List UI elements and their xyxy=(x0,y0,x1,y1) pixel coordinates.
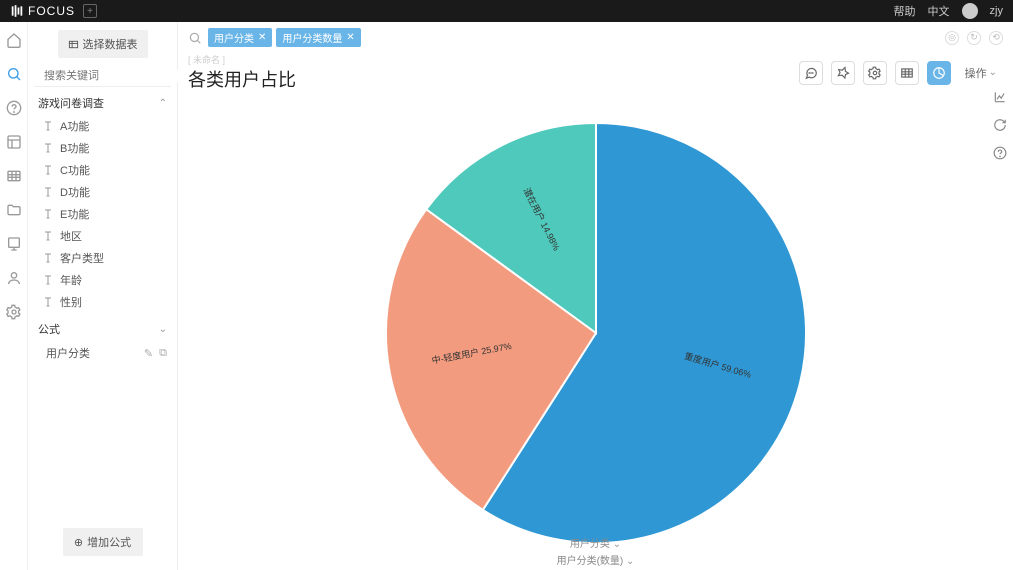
chart-area: 重度用户 59.06%中-轻度用户 25.97%潜在用户 14.98% 用户分类… xyxy=(178,96,1013,570)
field-label: D功能 xyxy=(60,184,90,200)
brand-text: FOCUS xyxy=(28,4,75,18)
field-item[interactable]: 地区 xyxy=(34,225,171,247)
text-type-icon xyxy=(42,120,54,132)
text-type-icon xyxy=(42,274,54,286)
settings-button[interactable] xyxy=(863,61,887,85)
text-type-icon xyxy=(42,164,54,176)
nav-rail xyxy=(0,22,28,570)
query-search-icon xyxy=(188,31,202,45)
chevron-up-icon: ⌃ xyxy=(159,98,167,109)
field-label: A功能 xyxy=(60,118,89,134)
field-label: 客户类型 xyxy=(60,250,104,266)
table-select-icon xyxy=(68,39,79,50)
help-icon[interactable] xyxy=(993,146,1007,160)
side-panel: 选择数据表 游戏问卷调查 ⌃ A功能 B功能 C功能 D功能 E功能地区客户类型年龄性别… xyxy=(28,22,178,570)
table-group-label: 游戏问卷调查 xyxy=(38,95,104,111)
text-type-icon xyxy=(42,142,54,154)
field-item[interactable]: E功能 xyxy=(34,203,171,225)
help-nav-icon[interactable] xyxy=(6,100,22,116)
top-bar: FOCUS + 帮助 中文 zjy xyxy=(0,0,1013,22)
edit-formula-icon[interactable]: ✎ xyxy=(144,347,153,360)
query-tag[interactable]: 用户分类数量 ✕ xyxy=(276,28,360,47)
table-nav-icon[interactable] xyxy=(6,168,22,184)
chart-view-button[interactable] xyxy=(927,61,951,85)
field-label: 年龄 xyxy=(60,272,82,288)
field-item[interactable]: 性别 xyxy=(34,291,171,313)
add-formula-button[interactable]: ⊕ 增加公式 xyxy=(63,528,143,556)
plus-icon: ⊕ xyxy=(74,536,83,549)
user-icon[interactable] xyxy=(6,270,22,286)
settings-nav-icon[interactable] xyxy=(6,304,22,320)
title-row: [ 未命名 ] 各类用户占比 操作⌄ xyxy=(178,53,1013,96)
formula-item[interactable]: 用户分类 ✎ ⧉ xyxy=(34,341,171,365)
field-item[interactable]: B功能 xyxy=(34,137,171,159)
tag-close-icon[interactable]: ✕ xyxy=(258,32,266,43)
refresh-icon[interactable] xyxy=(993,118,1007,132)
search-nav-icon[interactable] xyxy=(6,66,22,82)
field-label: 性别 xyxy=(60,294,82,310)
home-icon[interactable] xyxy=(6,32,22,48)
field-item[interactable]: 客户类型 xyxy=(34,247,171,269)
text-type-icon xyxy=(42,296,54,308)
formula-label: 用户分类 xyxy=(46,345,90,361)
footer-dim[interactable]: 用户分类 xyxy=(570,539,610,550)
operate-label: 操作 xyxy=(965,65,987,81)
lang-switch[interactable]: 中文 xyxy=(928,3,950,19)
folder-icon[interactable] xyxy=(6,202,22,218)
field-list: A功能 B功能 C功能 D功能 E功能地区客户类型年龄性别 xyxy=(34,115,171,313)
logo: FOCUS xyxy=(10,4,75,18)
chevron-down-icon: ⌄ xyxy=(159,324,167,335)
tag-close-icon[interactable]: ✕ xyxy=(346,32,354,43)
footer-measure[interactable]: 用户分类(数量) xyxy=(557,556,624,567)
query-bar: 用户分类 ✕ 用户分类数量 ✕ ◎ ↻ ⟲ xyxy=(178,22,1013,53)
comment-button[interactable] xyxy=(799,61,823,85)
edit-axis-icon[interactable] xyxy=(993,90,1007,104)
field-item[interactable]: 年龄 xyxy=(34,269,171,291)
target-icon[interactable]: ◎ xyxy=(945,31,959,45)
resource-icon[interactable] xyxy=(6,236,22,252)
logo-icon xyxy=(10,4,24,18)
tag-label: 用户分类数量 xyxy=(282,30,342,45)
text-type-icon xyxy=(42,230,54,242)
query-tags: 用户分类 ✕ 用户分类数量 ✕ xyxy=(208,28,361,47)
field-label: E功能 xyxy=(60,206,89,222)
avatar[interactable] xyxy=(962,3,978,19)
field-label: 地区 xyxy=(60,228,82,244)
formula-list: 用户分类 ✎ ⧉ xyxy=(34,341,171,365)
select-table-button[interactable]: 选择数据表 xyxy=(58,30,148,58)
right-rail xyxy=(993,90,1007,160)
link-formula-icon[interactable]: ⧉ xyxy=(159,347,167,360)
add-formula-label: 增加公式 xyxy=(87,534,131,550)
add-tab-button[interactable]: + xyxy=(83,4,97,18)
content-area: 用户分类 ✕ 用户分类数量 ✕ ◎ ↻ ⟲ [ 未命名 ] 各类用户占比 操作⌄ xyxy=(178,22,1013,570)
formula-group-label: 公式 xyxy=(38,321,60,337)
field-search-input[interactable] xyxy=(44,70,186,82)
tag-label: 用户分类 xyxy=(214,30,254,45)
formula-group-header[interactable]: 公式 ⌄ xyxy=(34,313,171,341)
text-type-icon xyxy=(42,252,54,264)
dashboard-icon[interactable] xyxy=(6,134,22,150)
table-group-header[interactable]: 游戏问卷调查 ⌃ xyxy=(34,87,171,115)
reset-query-icon[interactable]: ⟲ xyxy=(989,31,1003,45)
text-type-icon xyxy=(42,186,54,198)
pie-chart: 重度用户 59.06%中-轻度用户 25.97%潜在用户 14.98% xyxy=(376,113,816,553)
page-title: 各类用户占比 xyxy=(188,66,296,92)
field-label: C功能 xyxy=(60,162,90,178)
breadcrumb: [ 未命名 ] xyxy=(188,53,296,66)
chart-footer: 用户分类 ⌄ 用户分类(数量) ⌄ xyxy=(556,534,636,568)
field-item[interactable]: C功能 xyxy=(34,159,171,181)
operate-dropdown[interactable]: 操作⌄ xyxy=(959,61,1003,85)
text-type-icon xyxy=(42,208,54,220)
field-search xyxy=(34,66,171,87)
refresh-query-icon[interactable]: ↻ xyxy=(967,31,981,45)
username: zjy xyxy=(990,5,1003,17)
field-label: B功能 xyxy=(60,140,89,156)
query-tag[interactable]: 用户分类 ✕ xyxy=(208,28,272,47)
field-item[interactable]: A功能 xyxy=(34,115,171,137)
pin-button[interactable] xyxy=(831,61,855,85)
select-table-label: 选择数据表 xyxy=(83,36,138,52)
field-item[interactable]: D功能 xyxy=(34,181,171,203)
table-view-button[interactable] xyxy=(895,61,919,85)
help-link[interactable]: 帮助 xyxy=(894,3,916,19)
